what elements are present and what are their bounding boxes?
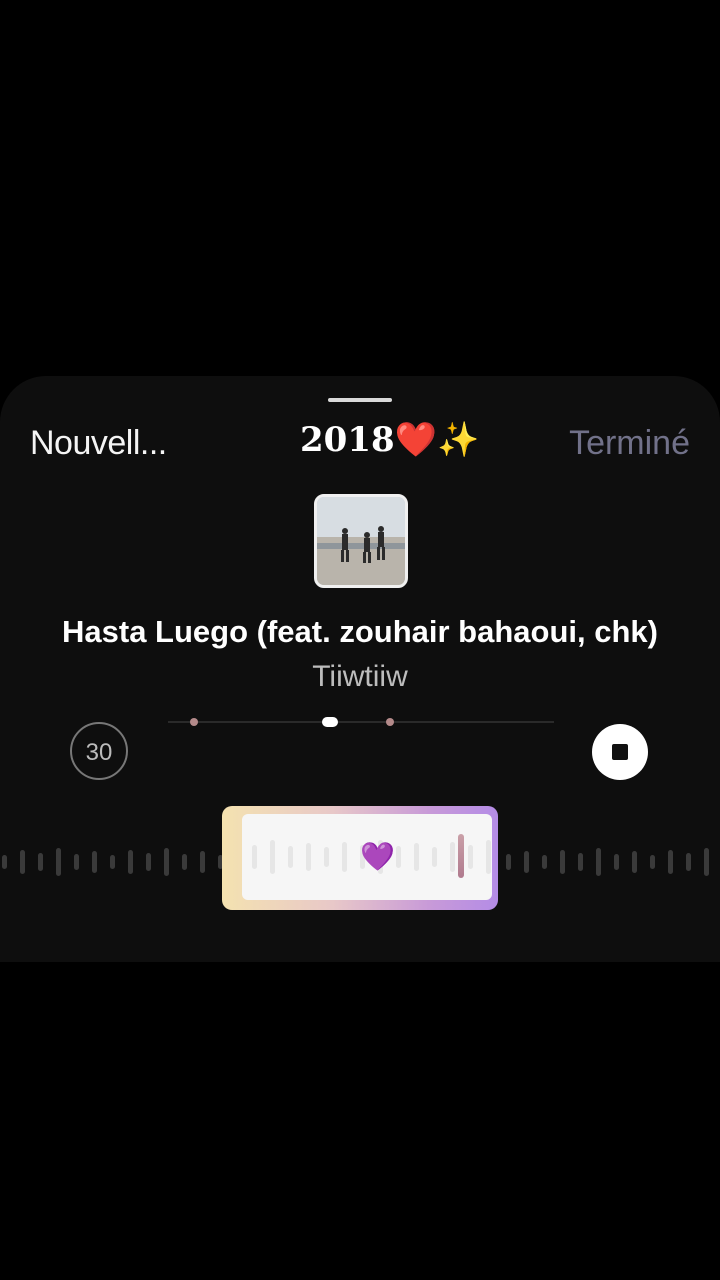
waveform-bar: [92, 851, 97, 873]
waveform-bar: [542, 855, 547, 869]
clip-waveform-bar: [468, 845, 473, 869]
music-picker-sheet: Nouvell... 2018❤️✨ Terminé Hasta Luego (…: [0, 376, 720, 962]
clip-waveform-bar: [432, 847, 437, 867]
clip-waveform-bar: [288, 846, 293, 868]
clip-waveform-bar: [342, 842, 347, 872]
waveform-bar: [56, 848, 61, 876]
waveform-bar: [650, 855, 655, 869]
clip-waveform-bar: [306, 843, 311, 871]
drag-handle[interactable]: [328, 398, 392, 402]
album-cover: [314, 494, 408, 588]
clip-duration-button[interactable]: 30: [70, 722, 128, 780]
clip-waveform-bar: [270, 840, 275, 874]
clip-window: 💜: [242, 814, 492, 900]
sheet-title: 2018❤️✨: [300, 420, 480, 460]
waveform-bar: [110, 855, 115, 869]
clip-waveform-bar: [486, 840, 491, 874]
artist-name: Tiiwtiiw: [312, 660, 408, 693]
progress-knob[interactable]: [322, 717, 338, 727]
waveform-bar: [686, 853, 691, 871]
clip-selector[interactable]: 💜: [222, 806, 498, 910]
waveform-bar: [2, 855, 7, 869]
waveform-bar: [200, 851, 205, 873]
waveform-bar: [128, 850, 133, 874]
clip-waveform-bar: [252, 845, 257, 869]
waveform-bar: [560, 850, 565, 874]
waveform-bar: [704, 848, 709, 876]
clip-waveform-bar: [414, 843, 419, 871]
waveform-bar: [614, 854, 619, 870]
playback-progress[interactable]: [168, 717, 554, 727]
waveform-bar: [632, 851, 637, 873]
waveform-bar: [506, 854, 511, 870]
waveform-bar: [182, 854, 187, 870]
waveform-bar: [38, 853, 43, 871]
clip-waveform-bar: [450, 842, 455, 872]
waveform-bar: [20, 850, 25, 874]
song-title: Hasta Luego (feat. zouhair bahaoui, chk): [62, 614, 658, 649]
purple-heart-icon: 💜: [360, 841, 395, 872]
clip-waveform-bar: [324, 847, 329, 867]
waveform-bar: [596, 848, 601, 876]
stop-icon: [612, 744, 628, 760]
album-art-image: [317, 497, 405, 585]
progress-tick: [190, 718, 198, 726]
waveform-bar: [578, 853, 583, 871]
clip-waveform-bar: [396, 846, 401, 868]
waveform-bar: [146, 853, 151, 871]
new-story-label[interactable]: Nouvell...: [30, 424, 167, 463]
position-marker[interactable]: [458, 834, 464, 878]
waveform-bar: [668, 850, 673, 874]
waveform-bar: [524, 851, 529, 873]
done-button[interactable]: Terminé: [569, 424, 690, 463]
progress-tick: [386, 718, 394, 726]
waveform-bar: [164, 848, 169, 876]
stop-button[interactable]: [592, 724, 648, 780]
waveform-bar: [74, 854, 79, 870]
